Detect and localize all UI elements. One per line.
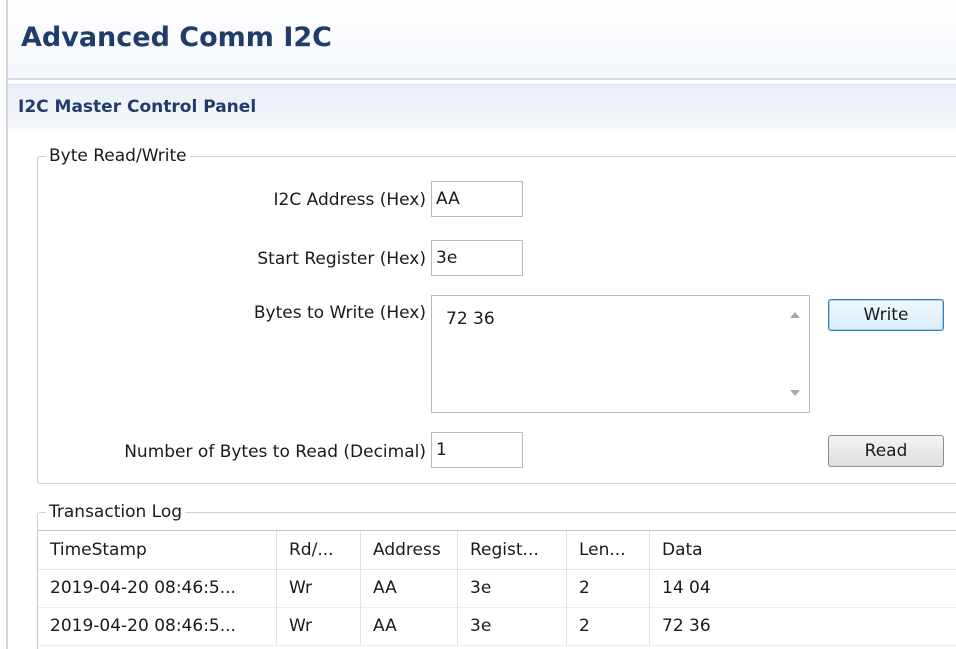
i2c-address-label: I2C Address (Hex): [273, 190, 426, 210]
bytes-to-write-value: 72 36: [446, 309, 495, 329]
bytes-to-write-textarea[interactable]: 72 36: [431, 295, 810, 413]
column-header-rdwr[interactable]: Rd/...: [277, 531, 361, 569]
scroll-up-arrow-icon[interactable]: [790, 312, 800, 318]
transaction-log-table[interactable]: TimeStamp Rd/... Address Regist... Len..…: [37, 530, 956, 649]
bytes-to-read-field[interactable]: 1: [431, 432, 523, 468]
column-header-address[interactable]: Address: [361, 531, 458, 569]
column-header-timestamp[interactable]: TimeStamp: [38, 531, 277, 569]
byte-read-write-legend: Byte Read/Write: [46, 145, 190, 167]
cell-data: 14 04: [662, 578, 711, 598]
start-register-label: Start Register (Hex): [257, 249, 426, 269]
cell-data: 72 36: [662, 616, 711, 636]
cell-register: 3e: [458, 569, 567, 607]
transaction-log-legend: Transaction Log: [46, 501, 186, 523]
bytes-to-write-label: Bytes to Write (Hex): [253, 303, 426, 323]
cell-rdwr: Wr: [277, 569, 361, 607]
cell-address: AA: [361, 607, 458, 645]
title-bar: Advanced Comm I2C: [8, 0, 956, 80]
table-row[interactable]: 2019-04-20 08:46:5... Wr AA 3e 2 72 36: [38, 607, 956, 646]
i2c-address-field[interactable]: AA: [431, 181, 523, 217]
cell-timestamp: 2019-04-20 08:46:5...: [38, 569, 277, 607]
table-header-row: TimeStamp Rd/... Address Regist... Len..…: [38, 531, 956, 570]
section-title: I2C Master Control Panel: [18, 97, 257, 117]
cell-length: 2: [567, 569, 650, 607]
textarea-scrollbar[interactable]: [781, 296, 809, 412]
scroll-down-arrow-icon[interactable]: [790, 390, 800, 396]
cell-rdwr: Wr: [277, 607, 361, 645]
write-button[interactable]: Write: [828, 299, 944, 331]
section-header[interactable]: I2C Master Control Panel: [8, 84, 956, 129]
app-window: Advanced Comm I2C I2C Master Control Pan…: [0, 0, 956, 649]
cell-timestamp: 2019-04-20 08:46:5...: [38, 607, 277, 645]
cell-register: 3e: [458, 607, 567, 645]
column-header-length[interactable]: Len...: [567, 531, 650, 569]
cell-address: AA: [361, 569, 458, 607]
column-header-register[interactable]: Regist...: [458, 531, 567, 569]
table-row[interactable]: 2019-04-20 08:46:5... Wr AA 3e 2 14 04: [38, 569, 956, 608]
column-header-data[interactable]: Data: [650, 531, 956, 569]
bytes-to-read-label: Number of Bytes to Read (Decimal): [124, 442, 426, 462]
start-register-field[interactable]: 3e: [431, 240, 523, 276]
page-title: Advanced Comm I2C: [21, 22, 332, 53]
cell-length: 2: [567, 607, 650, 645]
read-button[interactable]: Read: [828, 435, 944, 467]
